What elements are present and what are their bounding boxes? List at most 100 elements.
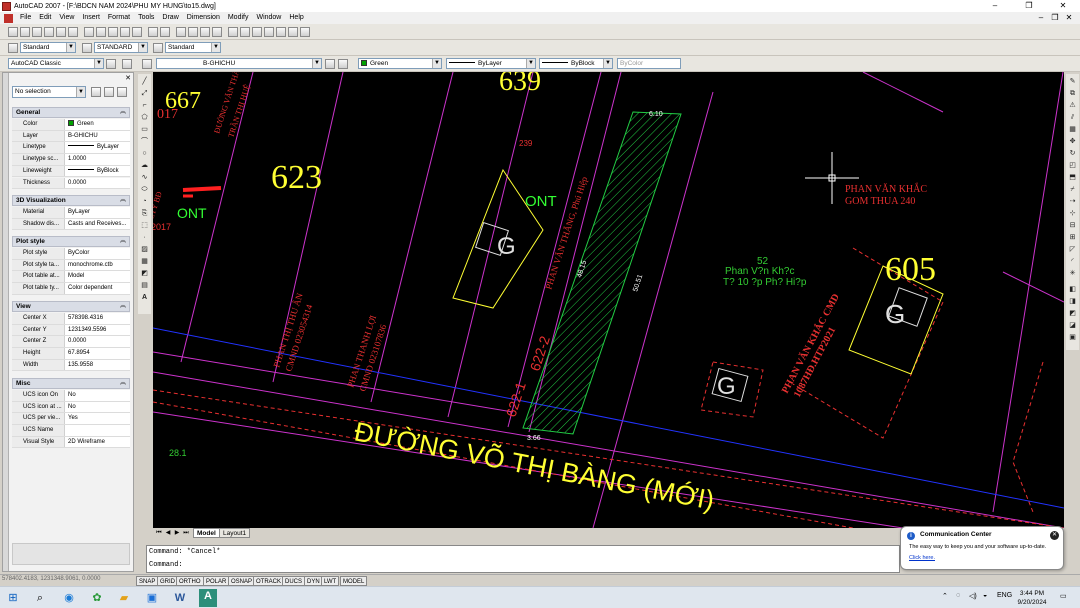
quick-select-icon[interactable]	[117, 87, 127, 97]
redo-icon[interactable]	[160, 27, 170, 37]
property-row[interactable]: Color Green	[12, 119, 130, 131]
close-button[interactable]: ✕	[1046, 0, 1080, 12]
zoom-window-icon[interactable]	[200, 27, 210, 37]
grid-toggle[interactable]: GRID	[157, 576, 178, 586]
extend-icon[interactable]: ⇢	[1067, 196, 1078, 207]
point-icon[interactable]: ·	[139, 232, 150, 243]
chamfer-icon[interactable]: ◸	[1067, 244, 1078, 255]
hatch-icon[interactable]: ▨	[139, 244, 150, 255]
menu-dimension[interactable]: Dimension	[183, 12, 224, 24]
section-3d-visualization[interactable]: 3D Visualization ︽	[12, 195, 130, 206]
property-row[interactable]: Plot style ta... monochrome.ctb	[12, 259, 130, 272]
polygon-icon[interactable]: ⬠	[139, 112, 150, 123]
select-objects-icon[interactable]	[104, 87, 114, 97]
help-icon[interactable]	[300, 27, 310, 37]
property-value[interactable]: 135.9558	[67, 360, 130, 371]
property-value[interactable]: 2D Wireframe	[67, 437, 130, 448]
property-row[interactable]: Plot style ByColor	[12, 248, 130, 260]
ellipse-arc-icon[interactable]: ◔	[139, 196, 150, 207]
command-window[interactable]: Command: *Cancel* Command:	[146, 545, 900, 573]
offset-icon[interactable]: ⫽	[1067, 112, 1078, 123]
move-icon[interactable]: ✥	[1067, 136, 1078, 147]
cut-icon[interactable]	[84, 27, 94, 37]
break-at-point-icon[interactable]: ⊹	[1067, 208, 1078, 219]
document-icon[interactable]	[4, 13, 13, 23]
array-icon[interactable]: ▦	[1067, 124, 1078, 135]
menu-tools[interactable]: Tools	[134, 12, 158, 24]
scale-icon[interactable]: ◰	[1067, 160, 1078, 171]
plot-preview-icon[interactable]	[56, 27, 66, 37]
property-row[interactable]: Material ByLayer	[12, 207, 130, 219]
menu-insert[interactable]: Insert	[78, 12, 104, 24]
property-row[interactable]: UCS icon at ... No	[12, 401, 130, 414]
property-row[interactable]: Center X 578398.4316	[12, 313, 130, 325]
layer-select[interactable]: B-GHICHU ▼	[156, 58, 322, 69]
match-properties-icon[interactable]	[120, 27, 130, 37]
doc-close-button[interactable]: ✕	[1062, 12, 1076, 24]
property-row[interactable]: Plot table at... Model	[12, 271, 130, 284]
word-icon[interactable]: W	[173, 591, 187, 605]
file-explorer-icon[interactable]: ▰	[117, 591, 131, 605]
property-value[interactable]: monochrome.ctb	[67, 260, 130, 271]
trim-icon[interactable]: ⌿	[1067, 184, 1078, 195]
polyline-icon[interactable]: ⌐	[139, 100, 150, 111]
draworder-icon[interactable]: ◧	[1067, 284, 1078, 295]
layer-manager-icon[interactable]	[122, 59, 132, 69]
markup-icon[interactable]	[276, 27, 286, 37]
osnap-toggle[interactable]: OSNAP	[228, 576, 256, 586]
property-value[interactable]: No	[67, 390, 130, 401]
otrack-toggle[interactable]: OTRACK	[253, 576, 285, 586]
revision-cloud-icon[interactable]: ☁	[139, 160, 150, 171]
property-value[interactable]: 1.0000	[67, 154, 130, 165]
ducs-toggle[interactable]: DUCS	[282, 576, 306, 586]
open-icon[interactable]	[20, 27, 30, 37]
design-center-icon[interactable]	[240, 27, 250, 37]
property-value[interactable]: ByBlock	[67, 166, 130, 177]
region-icon[interactable]: ◩	[139, 268, 150, 279]
restore-button[interactable]: ❐	[1012, 0, 1046, 12]
layer-previous-icon[interactable]	[338, 59, 348, 69]
rectangle-icon[interactable]: ▭	[139, 124, 150, 135]
make-block-icon[interactable]: ⬚	[139, 220, 150, 231]
save-icon[interactable]	[32, 27, 42, 37]
construction-line-icon[interactable]: ⤢	[139, 88, 150, 99]
close-icon[interactable]: ✕	[1050, 531, 1059, 540]
snap-toggle[interactable]: SNAP	[136, 576, 159, 586]
property-value[interactable]: ByLayer	[67, 207, 130, 218]
join-icon[interactable]: ⊞	[1067, 232, 1078, 243]
color-select[interactable]: Green ▼	[358, 58, 442, 69]
section-misc[interactable]: Misc ︽	[12, 378, 130, 389]
property-value[interactable]: 0.0000	[67, 178, 130, 189]
selection-select[interactable]: No selection ▼	[12, 86, 86, 98]
lineweight-select[interactable]: ByBlock ▼	[539, 58, 613, 69]
property-value[interactable]: Color dependent	[67, 283, 130, 294]
multiline-text-icon[interactable]: A	[139, 292, 150, 303]
section-view[interactable]: View ︽	[12, 301, 130, 312]
property-value[interactable]: Casts and Receives...	[67, 219, 130, 230]
menu-help[interactable]: Help	[285, 12, 307, 24]
zoom-previous-icon[interactable]	[212, 27, 222, 37]
property-value[interactable]: ByColor	[67, 248, 130, 259]
clock[interactable]: 3:44 PM 9/20/2024	[1010, 589, 1054, 607]
circle-icon[interactable]: ○	[139, 148, 150, 159]
draworder-front-icon[interactable]: ◨	[1067, 296, 1078, 307]
make-current-layer-icon[interactable]	[325, 59, 335, 69]
new-icon[interactable]	[8, 27, 18, 37]
arc-icon[interactable]: ⌒	[139, 136, 150, 147]
section-general[interactable]: General ︽	[12, 107, 130, 118]
autocad-taskbar-icon[interactable]: A	[199, 589, 217, 607]
command-prompt[interactable]: Command:	[149, 561, 183, 569]
text-above-icon[interactable]: ◪	[1067, 320, 1078, 331]
fillet-icon[interactable]: ◜	[1067, 256, 1078, 267]
search-icon[interactable]: ⌕	[33, 591, 47, 605]
property-row[interactable]: Visual Style 2D Wireframe	[12, 436, 130, 449]
property-row[interactable]: Plot table ty... Color dependent	[12, 283, 130, 295]
palette-title-strip[interactable]	[3, 73, 9, 571]
property-value[interactable]: ByLayer	[67, 142, 130, 153]
edge-icon[interactable]: ◉	[62, 591, 76, 605]
block-editor-icon[interactable]	[132, 27, 142, 37]
zoom-realtime-icon[interactable]	[188, 27, 198, 37]
property-value[interactable]: 67.8954	[67, 348, 130, 359]
tool-palettes-icon[interactable]	[252, 27, 262, 37]
menu-window[interactable]: Window	[252, 12, 285, 24]
